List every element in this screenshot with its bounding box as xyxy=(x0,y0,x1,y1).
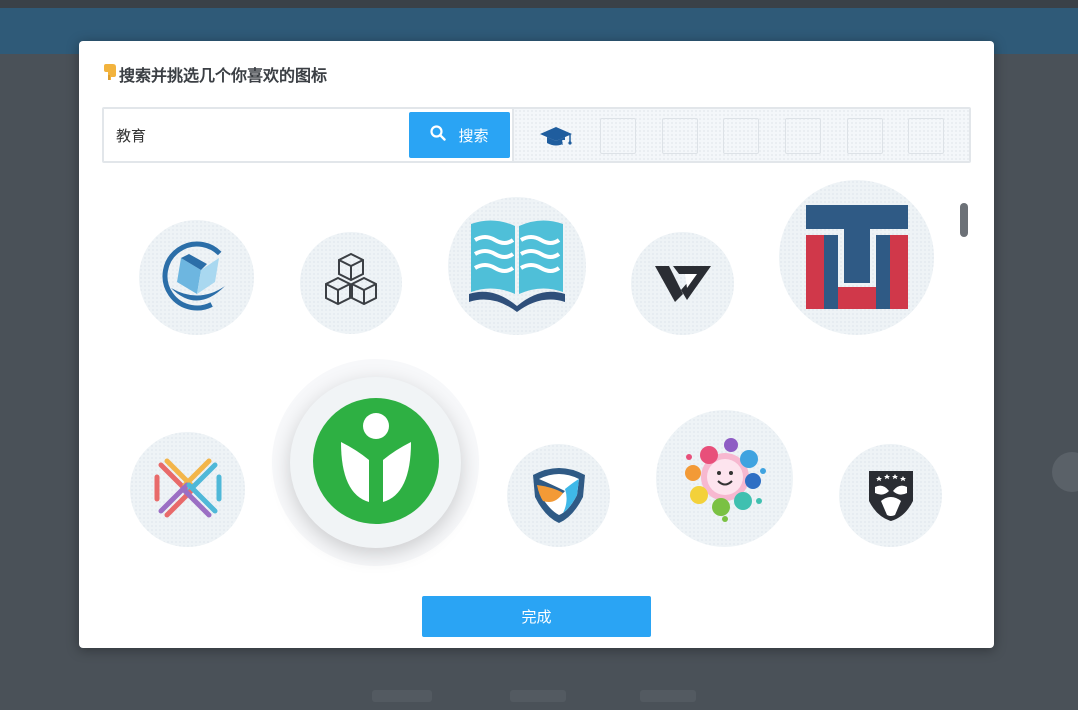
background-placeholder xyxy=(640,690,696,702)
icon-option-5[interactable] xyxy=(779,180,934,335)
letter-v-logo-icon xyxy=(653,260,713,308)
dialog-title: 搜索并挑选几个你喜欢的图标 xyxy=(103,63,327,85)
letters-tu-logo-icon xyxy=(802,201,912,315)
icon-option-10[interactable] xyxy=(839,444,942,547)
icon-option-7[interactable] xyxy=(290,377,461,548)
background-placeholder xyxy=(510,690,566,702)
green-sprout-logo-icon xyxy=(312,397,439,528)
graduation-cap-icon: i xyxy=(538,127,574,158)
cubes-outline-logo-icon xyxy=(320,250,382,316)
shield-swirl-logo-icon xyxy=(529,463,589,529)
icon-option-1[interactable] xyxy=(139,220,254,335)
icon-picker-dialog: 搜索并挑选几个你喜欢的图标 搜索 xyxy=(79,41,994,648)
selected-slot-6[interactable] xyxy=(847,118,883,154)
selected-slot-4[interactable] xyxy=(723,118,759,154)
search-button[interactable]: 搜索 xyxy=(409,112,510,158)
dialog-title-text: 搜索并挑选几个你喜欢的图标 xyxy=(119,66,328,85)
done-button-label: 完成 xyxy=(521,608,552,626)
star-shield-mask-logo-icon xyxy=(865,465,917,527)
icon-option-6[interactable] xyxy=(130,432,245,547)
background-placeholder xyxy=(372,690,432,702)
selected-slot-1[interactable]: i xyxy=(538,118,574,154)
pointing-hand-icon xyxy=(103,63,117,85)
search-icon xyxy=(430,125,447,145)
selected-icon-slots: i xyxy=(512,109,969,161)
paint-splash-face-logo-icon xyxy=(679,431,771,527)
woven-x-logo-icon xyxy=(153,453,223,527)
search-button-label: 搜索 xyxy=(458,126,489,145)
selected-slot-5[interactable] xyxy=(785,118,821,154)
done-button[interactable]: 完成 xyxy=(422,596,651,637)
icon-option-8[interactable] xyxy=(507,444,610,547)
icon-option-9[interactable] xyxy=(656,410,793,547)
svg-text:i: i xyxy=(562,141,563,147)
open-book-logo-icon xyxy=(467,216,567,316)
search-bar: 搜索 i xyxy=(102,107,971,163)
background-shape xyxy=(1052,452,1078,492)
icon-option-2[interactable] xyxy=(300,232,402,334)
icon-option-4[interactable] xyxy=(631,232,734,335)
search-input[interactable] xyxy=(104,109,408,161)
selected-slot-7[interactable] xyxy=(908,118,944,154)
globe-book-logo-icon xyxy=(149,228,245,328)
icon-option-3[interactable] xyxy=(448,197,586,335)
selected-slot-3[interactable] xyxy=(662,118,698,154)
selected-slot-2[interactable] xyxy=(600,118,636,154)
scrollbar-thumb[interactable] xyxy=(960,203,968,237)
